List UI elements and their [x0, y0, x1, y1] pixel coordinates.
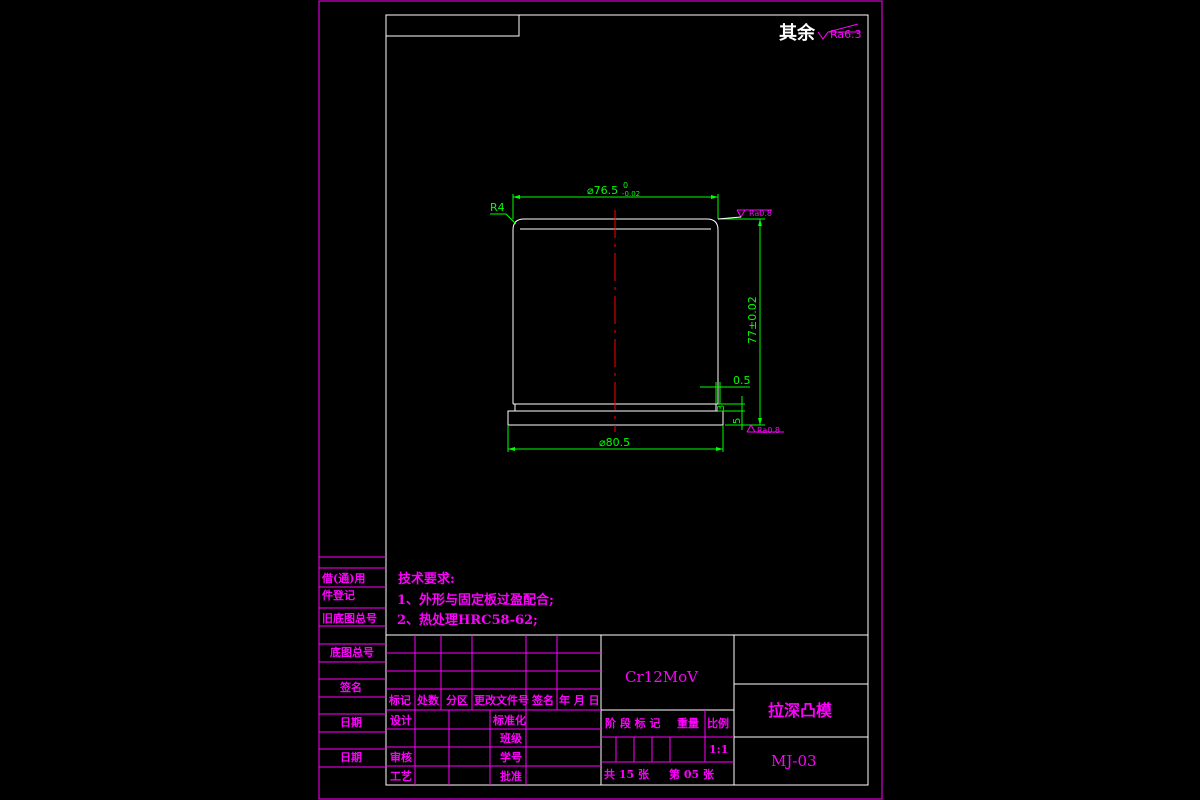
cad-drawing-canvas: 其余 Ra6.3 ⌀76.5 0 -0.02 R4 77±0.02 0.5 3 … — [318, 0, 883, 800]
roughness-bottom: Ra0.8 — [757, 426, 780, 435]
surface-note-roughness: Ra6.3 — [830, 28, 862, 41]
dim-offset: 0.5 — [733, 374, 751, 387]
rev-h-mark: 标记 — [388, 693, 411, 707]
rev-h-sign: 签名 — [531, 693, 554, 707]
dim-radius: R4 — [490, 201, 505, 214]
dim-height: 77±0.02 — [746, 296, 759, 344]
dim-top-diameter: ⌀76.5 — [587, 184, 618, 197]
label-student-no: 学号 — [500, 750, 522, 764]
dim-top-tol-lower: -0.02 — [622, 190, 640, 198]
surface-note-label: 其余 — [779, 22, 816, 44]
scale-value: 1:1 — [709, 743, 728, 756]
rev-h-count: 处数 — [416, 693, 440, 707]
tech-item-1: 1、外形与固定板过盈配合; — [397, 592, 554, 608]
code-box — [386, 15, 520, 37]
dimension-arrows — [508, 195, 762, 451]
dim-step-3: 3 — [716, 405, 727, 411]
tech-heading: 技术要求: — [398, 571, 455, 587]
side-label-1: 借(通)用 — [321, 571, 365, 585]
label-weight: 重量 — [677, 716, 699, 730]
total-sheets: 共 15 张 — [604, 767, 650, 781]
label-standardize: 标准化 — [492, 713, 526, 727]
label-class: 班级 — [500, 731, 523, 745]
rev-h-doc: 更改文件号 — [474, 693, 529, 707]
dim-step-5: 5 — [732, 418, 743, 424]
material: Cr12MoV — [625, 668, 699, 686]
rev-h-date: 年 月 日 — [559, 693, 600, 707]
side-label-6: 日期 — [340, 715, 362, 729]
side-label-5: 签名 — [339, 680, 362, 694]
side-label-3: 旧底图总号 — [322, 611, 377, 625]
rev-h-zone: 分区 — [446, 693, 468, 707]
label-check: 审核 — [390, 750, 412, 764]
label-design: 设计 — [390, 713, 412, 727]
side-label-4: 底图总号 — [330, 645, 374, 659]
drawing-number: MJ-03 — [771, 752, 817, 770]
label-stage: 阶 段 标 记 — [605, 716, 661, 730]
tech-item-2: 2、热处理HRC58-62; — [397, 612, 538, 628]
roughness-top: Ra0.8 — [749, 209, 772, 218]
side-label-7: 日期 — [340, 750, 362, 764]
dim-top-tol-upper: 0 — [623, 181, 628, 190]
label-craft: 工艺 — [390, 769, 412, 783]
side-label-2: 件登记 — [322, 588, 355, 602]
sheet-number: 第 05 张 — [669, 767, 715, 781]
label-approve: 批准 — [500, 769, 522, 783]
label-scale: 比例 — [707, 716, 729, 730]
part-name: 拉深凸模 — [768, 701, 833, 720]
dimension-lines — [490, 194, 765, 452]
dim-base-diameter: ⌀80.5 — [599, 436, 630, 449]
